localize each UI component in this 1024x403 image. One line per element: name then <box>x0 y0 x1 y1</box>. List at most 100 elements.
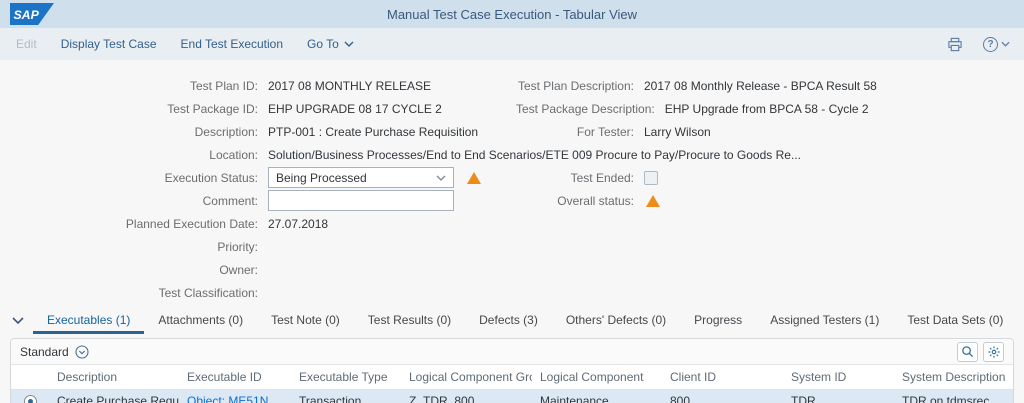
test-plan-id-label: Test Plan ID: <box>0 79 268 93</box>
owner-label: Owner: <box>0 263 268 277</box>
sap-logo-icon: SAP <box>10 3 54 25</box>
test-ended-label: Test Ended: <box>516 171 644 185</box>
form-row: Test Package ID: EHP UPGRADE 08 17 CYCLE… <box>0 97 1024 120</box>
executable-object-link[interactable]: Object: ME51N <box>187 394 268 403</box>
tab-progress[interactable]: Progress <box>680 308 756 334</box>
tab-defects[interactable]: Defects (3) <box>465 308 552 334</box>
view-selector-button[interactable] <box>75 345 89 359</box>
edit-button: Edit <box>14 37 49 51</box>
search-button[interactable] <box>957 342 978 362</box>
test-package-id-label: Test Package ID: <box>0 102 268 116</box>
section-collapse-button[interactable] <box>12 317 24 324</box>
print-button[interactable] <box>947 37 963 52</box>
table-header-row: Description Executable ID Executable Typ… <box>11 365 1013 389</box>
column-header[interactable]: Executable ID <box>179 365 291 389</box>
logical-component-group-cell: Z_TDR_800 <box>401 389 532 403</box>
form-row: Comment: Overall status: <box>0 189 1024 212</box>
column-header[interactable]: Logical Component <box>532 365 662 389</box>
menu-toolbar: Edit Display Test Case End Test Executio… <box>0 28 1024 60</box>
test-classification-label: Test Classification: <box>0 286 268 300</box>
system-description-cell: TDR on tdmsrec <box>894 389 1013 403</box>
tab-strip: Executables (1) Attachments (0) Test Not… <box>0 307 1024 334</box>
column-header[interactable]: System ID <box>783 365 894 389</box>
description-value: PTP-001 : Create Purchase Requisition <box>268 125 516 139</box>
for-tester-value: Larry Wilson <box>644 125 1024 139</box>
test-ended-checkbox[interactable] <box>644 171 658 185</box>
location-label: Location: <box>0 148 268 162</box>
form-row: Test Plan ID: 2017 08 MONTHLY RELEASE Te… <box>0 74 1024 97</box>
for-tester-label: For Tester: <box>516 125 644 139</box>
sap-logo: SAP <box>10 3 54 25</box>
go-to-label: Go To <box>307 37 339 51</box>
toolbar-right-icons: ? <box>947 37 1010 52</box>
executables-table: Description Executable ID Executable Typ… <box>11 365 1013 403</box>
execution-status-field: Being Processed <box>268 167 516 188</box>
end-test-execution-button[interactable]: End Test Execution <box>169 37 296 51</box>
test-plan-id-value: 2017 08 MONTHLY RELEASE <box>268 79 516 93</box>
table-toolbar: Standard <box>11 339 1013 365</box>
settings-button[interactable] <box>983 342 1004 362</box>
chevron-down-icon <box>436 175 446 181</box>
form-row: Execution Status: Being Processed Test E… <box>0 166 1024 189</box>
executable-id-cell: Object: ME51N <box>179 389 291 403</box>
svg-text:SAP: SAP <box>13 8 39 22</box>
executable-type-cell: Transaction <box>291 389 401 403</box>
page-title: Manual Test Case Execution - Tabular Vie… <box>0 7 1024 22</box>
test-plan-description-label: Test Plan Description: <box>516 79 644 93</box>
shell-header: SAP Manual Test Case Execution - Tabular… <box>0 0 1024 28</box>
warning-icon <box>646 195 660 207</box>
logical-component-cell: Maintenance <box>532 389 662 403</box>
description-label: Description: <box>0 125 268 139</box>
app-window: SAP Manual Test Case Execution - Tabular… <box>0 0 1024 403</box>
location-value: Solution/Business Processes/End to End S… <box>268 148 1024 162</box>
tab-executables[interactable]: Executables (1) <box>33 308 144 334</box>
chevron-down-icon <box>1001 41 1010 47</box>
form-row: Planned Execution Date: 27.07.2018 <box>0 212 1024 235</box>
table-toolbar-actions <box>957 342 1004 362</box>
column-header[interactable]: System Description <box>894 365 1013 389</box>
tab-attachments[interactable]: Attachments (0) <box>144 308 257 334</box>
search-icon <box>961 345 974 358</box>
tab-test-results[interactable]: Test Results (0) <box>354 308 465 334</box>
printer-icon <box>947 37 963 52</box>
column-header[interactable]: Client ID <box>662 365 783 389</box>
planned-execution-date-label: Planned Execution Date: <box>0 217 268 231</box>
comment-field <box>268 190 516 211</box>
tab-test-note[interactable]: Test Note (0) <box>257 308 354 334</box>
form-row: Test Classification: <box>0 281 1024 304</box>
column-header[interactable]: Logical Component Group <box>401 365 532 389</box>
row-radio-selected[interactable] <box>24 395 37 403</box>
help-icon: ? <box>983 37 998 52</box>
column-header[interactable]: Executable Type <box>291 365 401 389</box>
display-test-case-button[interactable]: Display Test Case <box>49 37 169 51</box>
form-row: Priority: <box>0 235 1024 258</box>
test-ended-field <box>644 171 1024 185</box>
test-package-id-value: EHP UPGRADE 08 17 CYCLE 2 <box>268 102 516 116</box>
executables-table-panel: Standard <box>10 338 1014 403</box>
tab-others-defects[interactable]: Others' Defects (0) <box>552 308 680 334</box>
form-row: Description: PTP-001 : Create Purchase R… <box>0 120 1024 143</box>
description-cell: Create Purchase Requisition <box>49 389 179 403</box>
tab-test-data-sets[interactable]: Test Data Sets (0) <box>893 308 1017 334</box>
overall-status-field <box>644 195 1024 207</box>
row-select-cell <box>11 389 49 403</box>
system-id-cell: TDR <box>783 389 894 403</box>
tab-assigned-testers[interactable]: Assigned Testers (1) <box>756 308 893 334</box>
overall-status-label: Overall status: <box>516 194 644 208</box>
column-header[interactable]: Description <box>49 365 179 389</box>
test-package-description-label: Test Package Description: <box>516 102 665 116</box>
table-row[interactable]: Create Purchase Requisition Object: ME51… <box>11 389 1013 403</box>
client-id-cell: 800 <box>662 389 783 403</box>
planned-execution-date-value: 27.07.2018 <box>268 217 516 231</box>
comment-input[interactable] <box>268 190 454 211</box>
chevron-down-icon <box>344 41 354 47</box>
gear-icon <box>987 345 1001 359</box>
help-menu-button[interactable]: ? <box>983 37 1010 52</box>
execution-status-label: Execution Status: <box>0 171 268 185</box>
chevron-down-circle-icon <box>75 345 89 359</box>
warning-icon <box>467 172 481 184</box>
execution-status-select[interactable]: Being Processed <box>268 167 454 188</box>
test-case-form: Test Plan ID: 2017 08 MONTHLY RELEASE Te… <box>0 60 1024 304</box>
chevron-down-icon <box>12 317 24 324</box>
go-to-menu-button[interactable]: Go To <box>295 37 366 51</box>
